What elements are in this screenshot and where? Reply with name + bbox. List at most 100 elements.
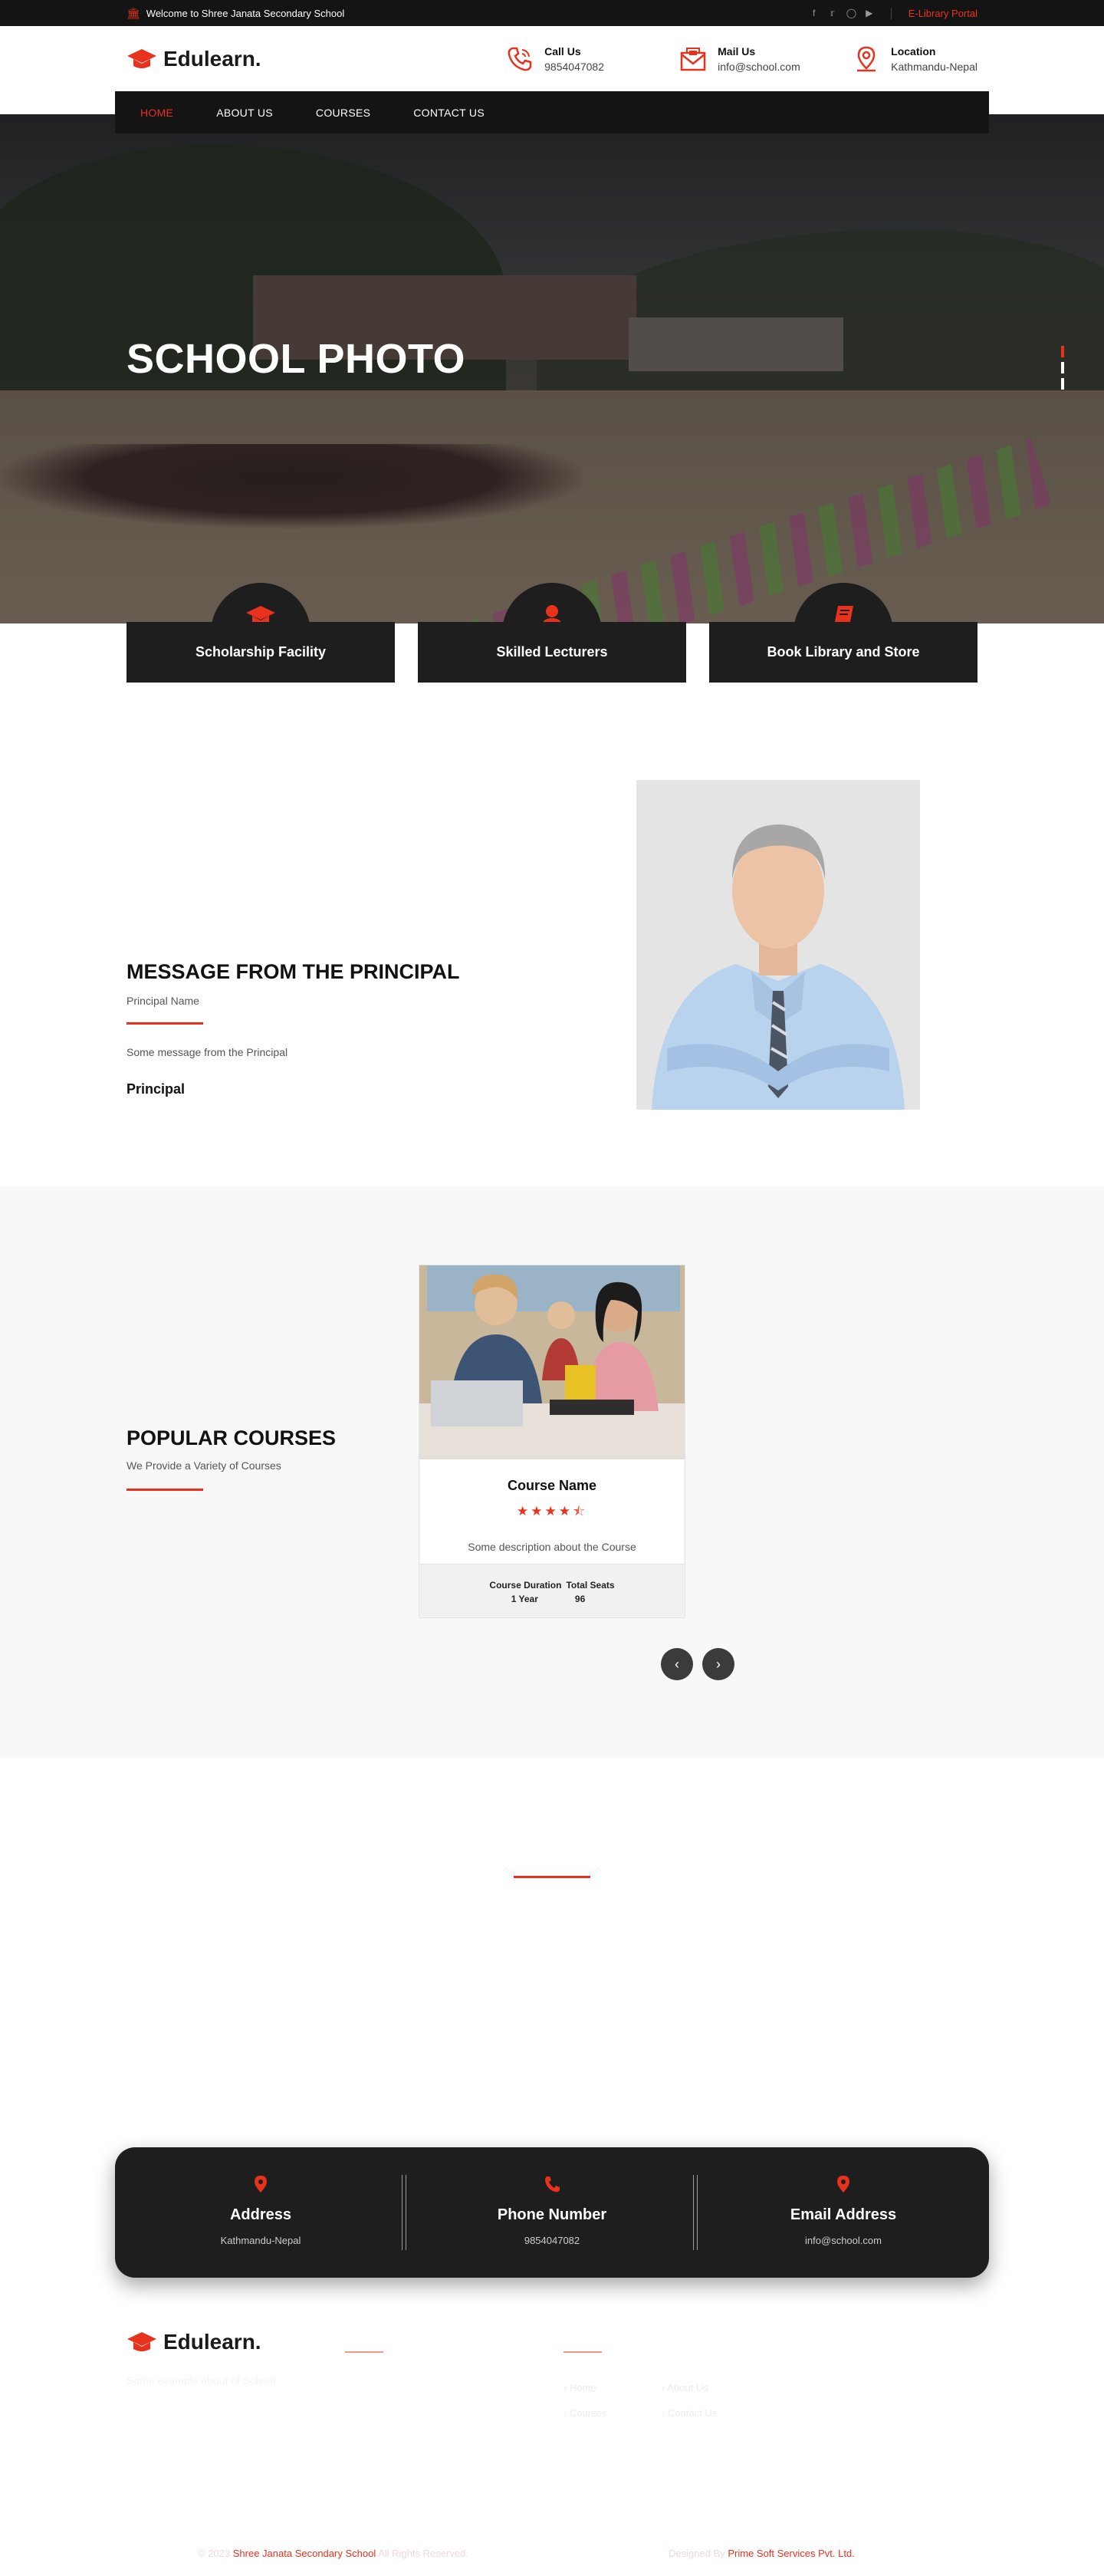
main-nav: HOME ABOUT US COURSES CONTACT US — [115, 91, 989, 133]
seats-label: Total Seats — [566, 1580, 615, 1591]
course-image — [419, 1265, 685, 1459]
graduation-cap-icon — [127, 49, 156, 68]
footer-link-contact-us[interactable]: › Contact Us — [662, 2407, 760, 2419]
rating-stars: ★★★★⯪ — [419, 1502, 685, 1524]
next-arrow-icon[interactable]: › — [702, 1648, 734, 1680]
carousel-controls: ‹ › — [661, 1648, 734, 1680]
copyright-text: © 2023 Shree Janata Secondary School All… — [198, 2548, 468, 2559]
phone-icon — [545, 2176, 560, 2193]
e-library-portal-link[interactable]: E-Library Portal — [890, 7, 978, 19]
logo-text: Edulearn. — [163, 2330, 261, 2354]
youtube-icon[interactable]: ▶ — [865, 8, 874, 18]
location-icon — [857, 46, 876, 72]
slide-indicator-3[interactable] — [1061, 378, 1064, 390]
principal-message: Some message from the Principal — [127, 1046, 288, 1058]
divider — [345, 2351, 383, 2353]
course-description: Some description about the Course — [468, 1541, 636, 1553]
features: Scholarship Facility Skilled Lecturers B… — [0, 583, 1104, 683]
logo[interactable]: Edulearn. — [127, 47, 261, 71]
contact-mail-title: Mail Us — [718, 45, 756, 58]
graduation-cap-icon — [127, 2332, 156, 2351]
contact-call-value: 9854047082 — [544, 61, 605, 73]
slide-indicator-2[interactable] — [1061, 362, 1064, 373]
course-meta: Course Duration Total Seats 1 Year 96 — [419, 1564, 685, 1617]
instagram-icon[interactable]: ◯ — [846, 8, 856, 18]
feature-label: Scholarship Facility — [127, 622, 395, 683]
principal-signature: Principal — [127, 1081, 186, 1097]
contact-band-value: info@school.com — [805, 2235, 882, 2246]
feature-lecturers[interactable]: Skilled Lecturers — [418, 583, 686, 683]
slider-indicators — [1061, 346, 1064, 390]
contact-call: Call Us 9854047082 — [506, 45, 679, 73]
course-card[interactable]: Course Name ★★★★⯪ Some description about… — [419, 1265, 685, 1618]
feature-library[interactable]: Book Library and Store — [709, 583, 978, 683]
location-icon — [255, 2176, 267, 2193]
half-star-icon: ⯪ — [572, 1504, 588, 1518]
principal-section: MESSAGE FROM THE PRINCIPAL Principal Nam… — [0, 780, 1104, 1110]
footer-links: › Home › About Us › Courses › Contact Us — [564, 2382, 760, 2419]
designer-link[interactable]: Prime Soft Services Pvt. Ltd. — [728, 2548, 854, 2559]
slide-indicator-1[interactable] — [1061, 346, 1064, 357]
contact-band: Address Kathmandu-Nepal Phone Number 985… — [115, 2147, 989, 2278]
contact-mail: Mail Us info@school.com — [679, 45, 853, 73]
prev-arrow-icon[interactable]: ‹ — [661, 1648, 693, 1680]
contact-band-value: 9854047082 — [524, 2235, 580, 2246]
contact-band-address: Address Kathmandu-Nepal — [115, 2147, 406, 2278]
footer-link-about-us[interactable]: › About Us — [662, 2382, 760, 2393]
mail-icon — [680, 48, 706, 71]
twitter-icon[interactable]: 𝕣 — [828, 8, 837, 18]
contact-band-title: Phone Number — [497, 2206, 607, 2223]
contact-band-title: Address — [229, 2206, 292, 2223]
seats-value: 96 — [574, 1594, 586, 1604]
footer-logo[interactable]: Edulearn. — [127, 2330, 261, 2354]
top-bar: 🏛 Welcome to Shree Janata Secondary Scho… — [0, 0, 1104, 26]
contact-band-phone: Phone Number 9854047082 — [406, 2147, 698, 2278]
contact-call-title: Call Us — [544, 45, 581, 58]
nav-item-contact-us[interactable]: CONTACT US — [413, 107, 485, 119]
designer-credit: Designed By Prime Soft Services Pvt. Ltd… — [669, 2548, 855, 2559]
courses-subheading: We Provide a Variety of Courses — [127, 1459, 281, 1472]
school-name-link[interactable]: Shree Janata Secondary School — [233, 2548, 376, 2559]
feature-label: Book Library and Store — [709, 622, 978, 683]
footer-link-home[interactable]: › Home — [564, 2382, 662, 2393]
principal-heading: MESSAGE FROM THE PRINCIPAL — [127, 960, 460, 983]
nav-item-home[interactable]: HOME — [140, 107, 173, 119]
welcome-message: 🏛 Welcome to Shree Janata Secondary Scho… — [127, 7, 344, 20]
nav-item-about-us[interactable]: ABOUT US — [216, 107, 273, 119]
bank-icon: 🏛 — [127, 6, 140, 19]
duration-label: Course Duration — [489, 1580, 562, 1591]
feature-label: Skilled Lecturers — [418, 622, 686, 683]
hero-title: SCHOOL PHOTO — [127, 336, 466, 382]
divider — [564, 2351, 602, 2353]
star-icon: ★ — [531, 1504, 545, 1518]
duration-value: 1 Year — [511, 1594, 538, 1604]
welcome-text: Welcome to Shree Janata Secondary School — [146, 7, 345, 19]
logo-text: Edulearn. — [163, 47, 261, 71]
hero-slider: SCHOOL PHOTO — [0, 114, 1104, 623]
nav-item-courses[interactable]: COURSES — [316, 107, 370, 119]
footer-link-courses[interactable]: › Courses — [564, 2407, 662, 2419]
contact-location-title: Location — [891, 45, 936, 58]
phone-icon — [508, 47, 532, 71]
divider — [127, 1489, 203, 1491]
contact-band-title: Email Address — [790, 2206, 897, 2223]
contact-band-value: Kathmandu-Nepal — [220, 2235, 301, 2246]
feature-scholarship[interactable]: Scholarship Facility — [127, 583, 395, 683]
location-icon — [837, 2176, 849, 2193]
facebook-icon[interactable]: f — [810, 8, 819, 18]
course-title: Course Name — [507, 1478, 597, 1493]
star-icon: ★ — [558, 1504, 573, 1518]
star-icon: ★ — [544, 1504, 559, 1518]
contact-location-value: Kathmandu-Nepal — [891, 61, 978, 73]
courses-heading: POPULAR COURSES — [127, 1426, 337, 1449]
header: Edulearn. Call Us 9854047082 Mail Us inf… — [0, 26, 1104, 92]
social-links: f 𝕣 ◯ ▶ — [810, 8, 874, 18]
contact-mail-value: info@school.com — [718, 61, 800, 73]
footer-description: Some example about of School — [127, 2374, 276, 2387]
popular-courses-section: POPULAR COURSES We Provide a Variety of … — [0, 1186, 1104, 1758]
star-icon: ★ — [516, 1504, 531, 1518]
contact-band-email: Email Address info@school.com — [698, 2147, 989, 2278]
principal-name: Principal Name — [127, 995, 199, 1007]
principal-photo — [636, 780, 920, 1110]
contact-location: Location Kathmandu-Nepal — [853, 45, 978, 73]
